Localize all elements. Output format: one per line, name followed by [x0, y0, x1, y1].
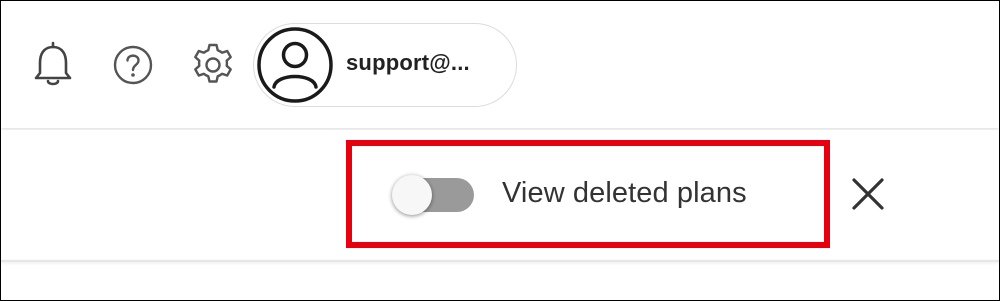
divider [1, 260, 999, 262]
gear-icon[interactable] [189, 41, 237, 89]
account-name: support@... [346, 50, 470, 75]
toggle-knob [392, 175, 432, 215]
close-icon[interactable] [848, 174, 888, 214]
top-bar: support@... [1, 1, 999, 128]
view-deleted-plans-label: View deleted plans [502, 177, 747, 209]
view-deleted-plans-toggle[interactable] [392, 175, 474, 215]
account-menu-button[interactable]: support@... [253, 23, 517, 107]
bell-icon[interactable] [31, 41, 75, 89]
help-icon[interactable] [111, 43, 155, 87]
user-avatar-icon [257, 27, 333, 103]
